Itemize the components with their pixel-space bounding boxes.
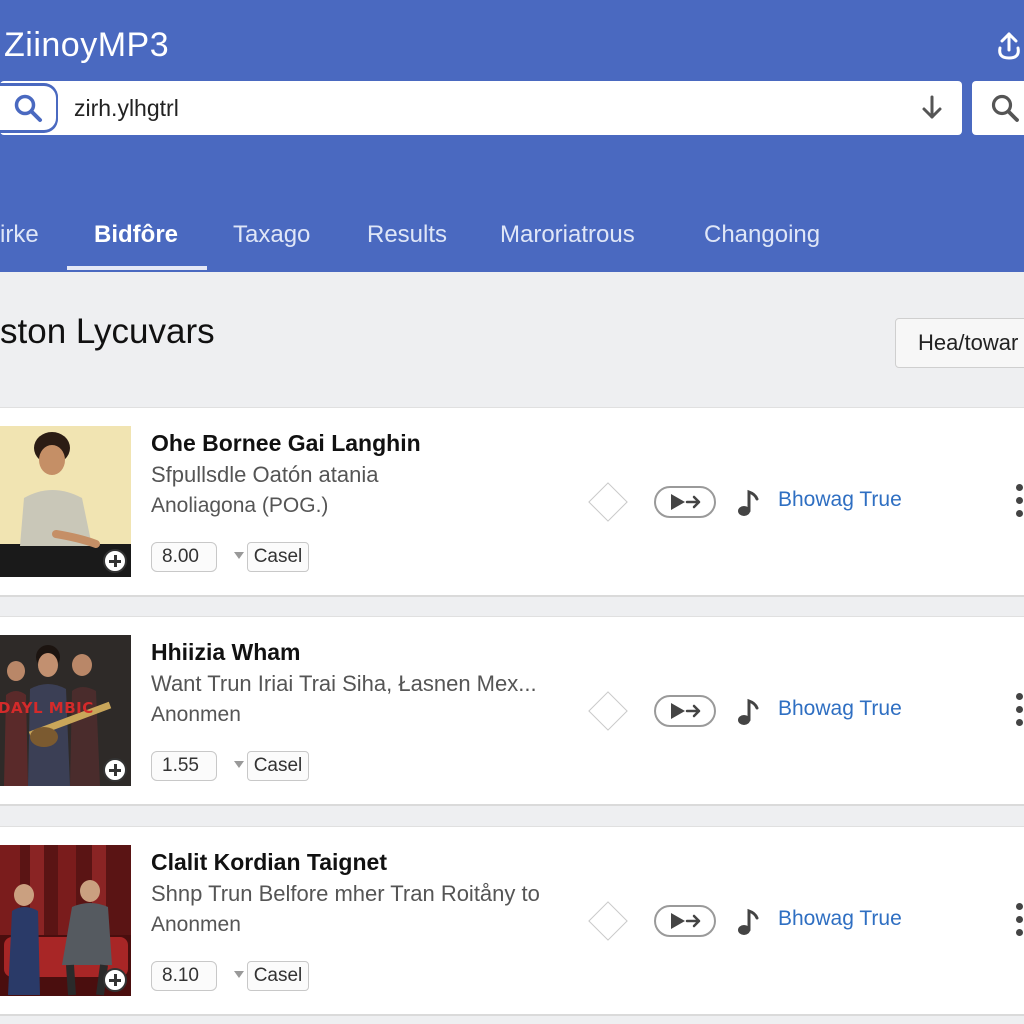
search-icon [991, 94, 1019, 122]
play-forward-icon [671, 703, 701, 719]
add-icon[interactable] [103, 968, 127, 992]
caret-down-icon[interactable] [234, 971, 244, 978]
play-button[interactable] [654, 695, 716, 727]
album-thumbnail[interactable]: DAYL MBIC [0, 635, 131, 786]
search-button[interactable] [0, 83, 58, 133]
cancel-button[interactable]: Casel [247, 542, 309, 572]
diamond-icon[interactable] [588, 482, 628, 522]
play-button[interactable] [654, 486, 716, 518]
album-thumbnail[interactable] [0, 845, 131, 996]
music-note-icon [736, 697, 760, 727]
cancel-button[interactable]: Casel [247, 751, 309, 781]
song-artist: Anonmen [151, 703, 241, 726]
app-title: ZiinoyMP3 [4, 26, 170, 64]
more-options-icon[interactable] [1016, 484, 1024, 524]
play-button[interactable] [654, 905, 716, 937]
tab-irke[interactable]: irke [0, 204, 39, 270]
upload-icon[interactable] [994, 30, 1024, 62]
search-input[interactable] [74, 89, 894, 127]
tab-bidfore[interactable]: Bidfôre [94, 204, 178, 270]
section-title: ston Lycuvars [0, 312, 215, 351]
rating-dropdown[interactable]: 8.00 [151, 542, 217, 572]
result-link[interactable]: Bhowag True [778, 697, 902, 721]
result-row: DAYL MBIC Hhiizia Wham Want Trun Iriai T… [0, 616, 1024, 806]
tab-maroriatrous[interactable]: Maroriatrous [500, 204, 635, 270]
tab-taxago[interactable]: Taxago [233, 204, 310, 270]
caret-down-icon[interactable] [234, 761, 244, 768]
thumbnail-caption: DAYL MBIC [0, 699, 94, 717]
diamond-icon[interactable] [588, 901, 628, 941]
tab-bar: irke Bidfôre Taxago Results Maroriatrous… [0, 204, 1024, 272]
rating-dropdown[interactable]: 8.10 [151, 961, 217, 991]
search-submit-button[interactable] [972, 81, 1024, 135]
song-subtitle: Want Trun Iriai Trai Siha, Łasnen Mex... [151, 671, 537, 696]
result-link[interactable]: Bhowag True [778, 907, 902, 931]
song-subtitle: Sfpullsdle Oatón atania [151, 462, 379, 487]
result-link[interactable]: Bhowag True [778, 488, 902, 512]
caret-down-icon[interactable] [234, 552, 244, 559]
song-subtitle: Shnp Trun Belfore mher Tran Roitåny to [151, 881, 540, 906]
active-tab-indicator [67, 266, 207, 270]
top-header: ZiinoyMP3 zirh.ylhgtrl irke Bidfôre Taxa… [0, 0, 1024, 272]
music-note-icon [736, 907, 760, 937]
section-action-button[interactable]: Hea/towar [895, 318, 1024, 368]
result-row: Ohe Bornee Gai Langhin Sfpullsdle Oatón … [0, 407, 1024, 597]
song-artist: Anonmen [151, 913, 241, 936]
music-note-icon [736, 488, 760, 518]
song-title[interactable]: Clalit Kordian Taignet [151, 849, 387, 876]
result-row: Clalit Kordian Taignet Shnp Trun Belfore… [0, 826, 1024, 1016]
download-arrow-icon[interactable] [916, 93, 948, 125]
play-forward-icon [671, 913, 701, 929]
add-icon[interactable] [103, 549, 127, 573]
song-title[interactable]: Hhiizia Wham [151, 639, 301, 666]
play-forward-icon [671, 494, 701, 510]
add-icon[interactable] [103, 758, 127, 782]
search-icon [14, 94, 42, 122]
search-bar [0, 81, 962, 135]
tab-results[interactable]: Results [367, 204, 447, 270]
more-options-icon[interactable] [1016, 903, 1024, 943]
song-title[interactable]: Ohe Bornee Gai Langhin [151, 430, 421, 457]
more-options-icon[interactable] [1016, 693, 1024, 733]
tab-changoing[interactable]: Changoing [704, 204, 820, 270]
song-artist: Anoliagona (POG.) [151, 494, 329, 517]
cancel-button[interactable]: Casel [247, 961, 309, 991]
rating-dropdown[interactable]: 1.55 [151, 751, 217, 781]
album-thumbnail[interactable] [0, 426, 131, 577]
diamond-icon[interactable] [588, 691, 628, 731]
